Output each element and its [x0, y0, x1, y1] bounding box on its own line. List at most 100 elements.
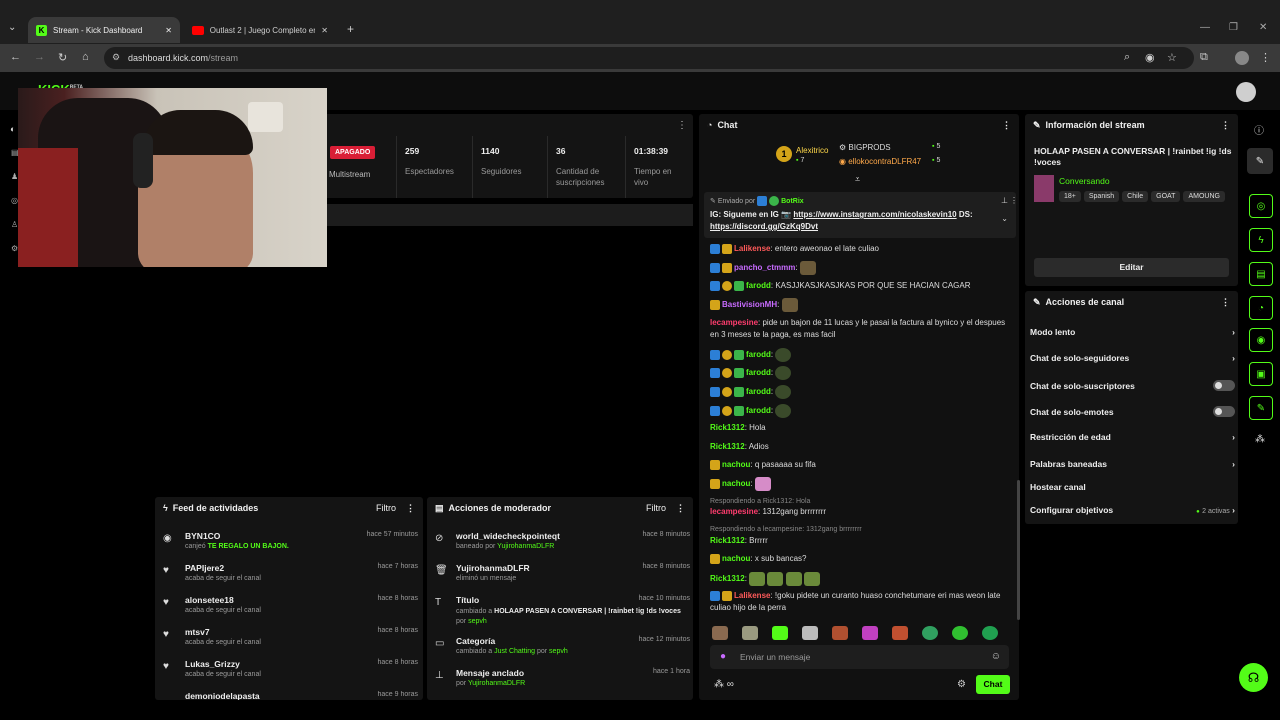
quick-emote-icon[interactable] [922, 626, 938, 640]
chat-username[interactable]: nachou [722, 479, 750, 488]
browser-menu-icon[interactable]: ⋮ [1260, 51, 1271, 64]
followers-only-row[interactable]: Chat de solo-seguidores › [1030, 353, 1235, 363]
quick-emote-icon[interactable] [952, 626, 968, 640]
tab-outlast[interactable]: Outlast 2 | Juego Completo en ✕ [184, 17, 336, 43]
eye-icon[interactable]: ◉ [1145, 51, 1155, 64]
more-widgets-icon[interactable]: ⁂ [1255, 434, 1265, 445]
gifter-3[interactable]: ◉ ellokocontraDLFR47 [839, 157, 921, 166]
stream-info-menu-icon[interactable]: ⋮ [1221, 120, 1230, 131]
widget-camera-icon[interactable]: ◎ [1249, 194, 1273, 218]
minimize-icon[interactable]: — [1200, 22, 1210, 33]
stats-menu-icon[interactable]: ⋮ [677, 120, 687, 131]
widget-wrench-icon[interactable]: ✎ [1249, 396, 1273, 420]
quick-emote-icon[interactable] [832, 626, 848, 640]
chat-username[interactable]: farodd [746, 281, 771, 290]
stream-nav-icon[interactable]: ◐ [10, 124, 15, 134]
widget-broadcast-icon[interactable]: ◉ [1249, 328, 1273, 352]
bookmark-star-icon[interactable]: ☆ [1167, 51, 1177, 64]
chat-username[interactable]: Rick1312 [710, 423, 745, 432]
quick-emote-icon[interactable] [772, 626, 788, 640]
close-tab-icon[interactable]: ✕ [165, 26, 172, 35]
chat-menu-icon[interactable]: ⋮ [1002, 120, 1011, 131]
subscribers-only-toggle[interactable] [1213, 380, 1235, 391]
chat-scrollbar[interactable] [1017, 480, 1020, 620]
tab-list-icon[interactable]: ⌄ [8, 22, 16, 33]
chat-username[interactable]: Lalikense [734, 591, 770, 600]
expand-gifters-icon[interactable]: ⩡ [855, 174, 860, 185]
mod-filter-button[interactable]: Filtro [646, 503, 666, 513]
support-chat-icon[interactable]: ☊ [1239, 663, 1268, 692]
widget-chat-icon[interactable]: ◔ [1249, 296, 1273, 320]
profile-avatar[interactable] [1235, 51, 1249, 65]
goals-row[interactable]: Configurar objetivos ● 2 activas › [1030, 505, 1235, 515]
activity-filter-button[interactable]: Filtro [376, 503, 396, 513]
chat-username[interactable]: farodd [746, 368, 771, 377]
chat-username[interactable]: Lalikense [734, 244, 770, 253]
chat-username[interactable]: lecampesine [710, 507, 758, 516]
chat-username[interactable]: farodd [746, 350, 771, 359]
pin-icon[interactable]: ⊥ [1001, 196, 1008, 205]
pinned-expand-icon[interactable]: ⌄ [1001, 214, 1008, 223]
address-bar[interactable]: ⚙ dashboard.kick.com/stream [104, 47, 1194, 69]
forward-icon[interactable]: → [34, 51, 45, 63]
chat-username[interactable]: BastivisionMH [722, 300, 777, 309]
widget-mod-icon[interactable]: ▣ [1249, 362, 1273, 386]
chat-username[interactable]: farodd [746, 406, 771, 415]
mod-action-by[interactable]: YujirohanmaDLFR [497, 543, 554, 550]
mod-action-by[interactable]: sepvh [549, 648, 568, 655]
chat-username[interactable]: Rick1312 [710, 442, 745, 451]
widget-bolt-icon[interactable]: ϟ [1249, 228, 1273, 252]
chat-input[interactable]: ● Enviar un mensaje ☺ [710, 645, 1009, 669]
mod-action-by[interactable]: sepvh [468, 618, 487, 625]
top-gifter-name[interactable]: Alexitrico [796, 146, 828, 155]
home-icon[interactable]: ⌂ [82, 51, 89, 63]
mod-action-by[interactable]: YujirohanmaDLFR [468, 680, 525, 687]
chat-username[interactable]: Rick1312 [710, 574, 745, 583]
zoom-icon[interactable]: ⌕ [1124, 51, 1130, 64]
activity-menu-icon[interactable]: ⋮ [406, 503, 415, 514]
maximize-icon[interactable]: ❐ [1229, 22, 1238, 33]
moderation-nav-icon[interactable]: ◎ [11, 196, 18, 205]
channel-actions-menu-icon[interactable]: ⋮ [1221, 297, 1230, 308]
quick-emote-icon[interactable] [802, 626, 818, 640]
multistream-label[interactable]: Multistream [329, 170, 370, 179]
chat-username[interactable]: lecampesine [710, 318, 758, 327]
gifter-2[interactable]: ⚙ BIGPRODS [839, 143, 891, 152]
quick-emote-icon[interactable] [862, 626, 878, 640]
emotes-only-toggle[interactable] [1213, 406, 1235, 417]
quick-emote-icon[interactable] [712, 626, 728, 640]
chat-username[interactable]: nachou [722, 554, 750, 563]
extensions-icon[interactable]: ⧉ [1200, 51, 1208, 64]
site-info-icon[interactable]: ⚙ [112, 52, 120, 63]
age-restriction-row[interactable]: Restricción de edad › [1030, 432, 1235, 442]
chat-username[interactable]: nachou [722, 460, 750, 469]
mod-menu-icon[interactable]: ⋮ [676, 503, 685, 514]
pinned-bot-name[interactable]: BotRix [781, 198, 804, 205]
pinned-link[interactable]: https://www.instagram.com/nicolaskevin10 [793, 210, 956, 219]
chat-users-icon[interactable]: ⁂ ∞ [714, 679, 734, 690]
emoji-picker-icon[interactable]: ☺ [991, 651, 1001, 662]
stream-category[interactable]: Conversando [1059, 176, 1110, 186]
edit-stream-button[interactable]: Editar [1034, 258, 1229, 277]
banned-words-row[interactable]: Palabras baneadas › [1030, 459, 1235, 469]
back-icon[interactable]: ← [10, 51, 21, 63]
host-channel-row[interactable]: Hostear canal [1030, 482, 1235, 492]
chat-username[interactable]: pancho_ctmmm [734, 263, 795, 272]
tab-kick-dashboard[interactable]: K Stream - Kick Dashboard ✕ [28, 17, 180, 43]
widget-list-icon[interactable]: ▤ [1249, 262, 1273, 286]
chat-username[interactable]: farodd [746, 387, 771, 396]
pinned-discord-link[interactable]: https://discord.gg/GzKq9Dvt [710, 222, 818, 231]
slow-mode-row[interactable]: Modo lento › [1030, 327, 1235, 337]
chat-username[interactable]: Rick1312 [710, 536, 745, 545]
chat-settings-icon[interactable]: ⚙ [957, 679, 966, 690]
close-tab-icon[interactable]: ✕ [321, 26, 328, 35]
edit-layout-icon[interactable]: ✎ [1247, 148, 1273, 174]
new-tab-icon[interactable]: + [347, 22, 354, 36]
user-avatar[interactable] [1236, 82, 1256, 102]
send-chat-button[interactable]: Chat [976, 675, 1010, 694]
reload-icon[interactable]: ↻ [58, 51, 67, 64]
quick-emote-icon[interactable] [892, 626, 908, 640]
quick-emote-icon[interactable] [982, 626, 998, 640]
quick-emote-icon[interactable] [742, 626, 758, 640]
close-window-icon[interactable]: ✕ [1259, 22, 1267, 33]
